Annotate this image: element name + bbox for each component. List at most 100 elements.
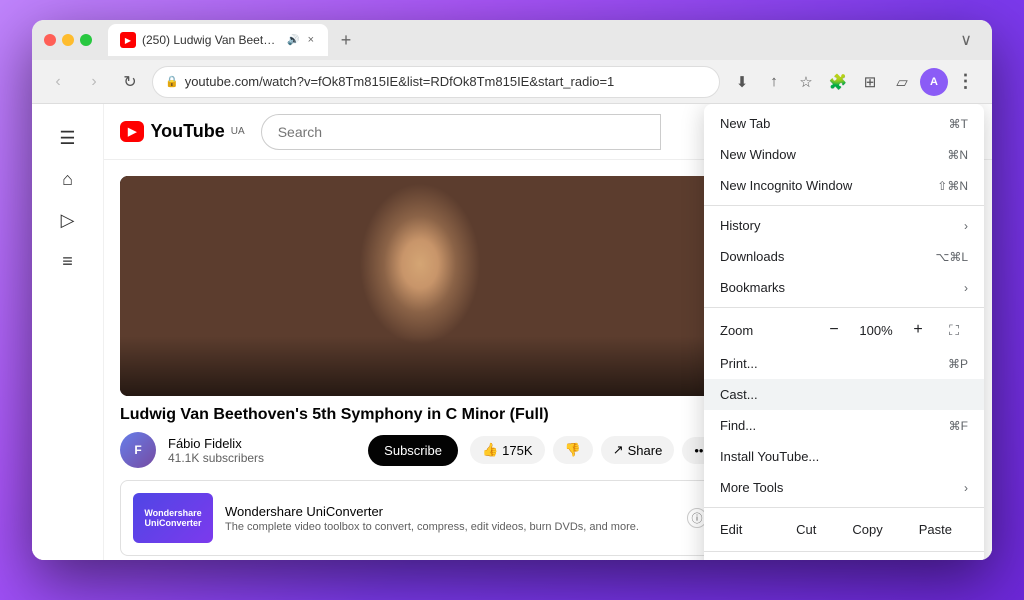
- share-page-btn[interactable]: ↑: [760, 68, 788, 96]
- ad-description: The complete video toolbox to convert, c…: [225, 521, 675, 533]
- sidebar-home-btn[interactable]: ⌂: [38, 161, 98, 198]
- chrome-menu-btn[interactable]: ⋮: [952, 68, 980, 96]
- back-btn[interactable]: ‹: [44, 68, 72, 96]
- zoom-in-btn[interactable]: +: [904, 316, 932, 344]
- menu-divider-4: [704, 551, 984, 552]
- sidebar-subscriptions-btn[interactable]: ≡: [38, 243, 98, 280]
- ad-logo[interactable]: Wondershare UniConverter: [133, 493, 213, 543]
- menu-install-youtube[interactable]: Install YouTube...: [704, 441, 984, 472]
- menu-new-incognito-label: New Incognito Window: [720, 178, 937, 193]
- split-screen-btn[interactable]: ▱: [888, 68, 916, 96]
- menu-settings[interactable]: Settings ⌘,: [704, 556, 984, 560]
- menu-downloads-shortcut: ⌥⌘L: [935, 250, 968, 264]
- menu-find-shortcut: ⌘F: [949, 419, 968, 433]
- shorts-icon: ▷: [61, 210, 75, 231]
- chrome-menu: New Tab ⌘T New Window ⌘N New Incognito W…: [704, 104, 984, 560]
- maximize-window-btn[interactable]: [80, 34, 92, 46]
- channel-name[interactable]: Fábio Fidelix: [168, 436, 356, 451]
- yt-country-badge: UA: [231, 126, 245, 137]
- video-player[interactable]: [120, 176, 720, 396]
- menu-divider-2: [704, 307, 984, 308]
- like-btn[interactable]: 👍 175K: [470, 436, 545, 464]
- menu-find[interactable]: Find... ⌘F: [704, 410, 984, 441]
- subscribe-btn[interactable]: Subscribe: [368, 435, 458, 466]
- new-tab-btn[interactable]: +: [332, 26, 360, 54]
- video-info-row: F Fábio Fidelix 41.1K subscribers Subscr…: [120, 432, 720, 468]
- address-bar[interactable]: 🔒 youtube.com/watch?v=fOk8Tm815IE&list=R…: [152, 66, 720, 98]
- menu-new-window[interactable]: New Window ⌘N: [704, 139, 984, 170]
- menu-more-tools-label: More Tools: [720, 480, 956, 495]
- yt-logo[interactable]: ▶ YouTube UA: [120, 121, 245, 142]
- menu-cast-label: Cast...: [720, 387, 968, 402]
- like-count: 175K: [502, 443, 532, 458]
- menu-downloads-label: Downloads: [720, 249, 935, 264]
- zoom-out-btn[interactable]: −: [820, 316, 848, 344]
- minimize-window-btn[interactable]: [62, 34, 74, 46]
- tab-close-btn[interactable]: ×: [306, 34, 316, 46]
- channel-info: Fábio Fidelix 41.1K subscribers: [168, 436, 356, 465]
- menu-new-incognito-shortcut: ⇧⌘N: [937, 179, 968, 193]
- reload-btn[interactable]: ↻: [116, 68, 144, 96]
- channel-subscribers: 41.1K subscribers: [168, 451, 356, 465]
- ad-logo-text: Wondershare UniConverter: [133, 506, 213, 530]
- sidebar-menu-btn[interactable]: ☰: [38, 120, 98, 157]
- channel-initial: F: [134, 443, 141, 457]
- menu-install-youtube-label: Install YouTube...: [720, 449, 968, 464]
- menu-new-window-shortcut: ⌘N: [947, 148, 968, 162]
- tab-more-btn[interactable]: ∨: [952, 26, 980, 54]
- home-icon: ⌂: [62, 169, 73, 190]
- ad-label: UniConverter: [120, 556, 720, 560]
- active-tab[interactable]: (250) Ludwig Van Beethov... 🔊 ×: [108, 24, 328, 56]
- history-arrow-icon: ›: [964, 219, 968, 233]
- video-actions: 👍 175K 👎 ↗ Share •••: [470, 436, 720, 464]
- close-window-btn[interactable]: [44, 34, 56, 46]
- more-tools-arrow-icon: ›: [964, 481, 968, 495]
- ad-banner: Wondershare UniConverter Wondershare Uni…: [120, 480, 720, 556]
- ad-brand: Wondershare UniConverter: [225, 504, 675, 519]
- menu-paste-btn[interactable]: Paste: [903, 516, 968, 543]
- menu-cast[interactable]: Cast...: [704, 379, 984, 410]
- lock-icon: 🔒: [165, 75, 179, 88]
- menu-more-tools[interactable]: More Tools ›: [704, 472, 984, 503]
- menu-divider-1: [704, 205, 984, 206]
- menu-downloads[interactable]: Downloads ⌥⌘L: [704, 241, 984, 272]
- menu-print-label: Print...: [720, 356, 948, 371]
- bookmarks-arrow-icon: ›: [964, 281, 968, 295]
- sidebar-shorts-btn[interactable]: ▷: [38, 202, 98, 239]
- menu-find-label: Find...: [720, 418, 949, 433]
- menu-copy-btn[interactable]: Copy: [836, 516, 898, 543]
- traffic-lights: [44, 34, 92, 46]
- menu-new-incognito[interactable]: New Incognito Window ⇧⌘N: [704, 170, 984, 201]
- menu-bookmarks[interactable]: Bookmarks ›: [704, 272, 984, 303]
- menu-zoom-label: Zoom: [720, 323, 812, 338]
- share-btn[interactable]: ↗ Share: [601, 436, 675, 464]
- tab-favicon-icon: [120, 32, 136, 48]
- menu-print-shortcut: ⌘P: [948, 357, 968, 371]
- content-area: ☰ ⌂ ▷ ≡ ▶ YouTube UA: [32, 104, 992, 560]
- play-icon: ▶: [128, 125, 136, 138]
- menu-history[interactable]: History ›: [704, 210, 984, 241]
- extensions-list-btn[interactable]: ⊞: [856, 68, 884, 96]
- zoom-expand-btn[interactable]: ⛶: [940, 316, 968, 344]
- portrait-overlay: [120, 336, 720, 396]
- video-title: Ludwig Van Beethoven's 5th Symphony in C…: [120, 406, 720, 424]
- forward-btn[interactable]: ›: [80, 68, 108, 96]
- url-text: youtube.com/watch?v=fOk8Tm815IE&list=RDf…: [185, 74, 707, 89]
- extension-btn[interactable]: 🧩: [824, 68, 852, 96]
- yt-search-input[interactable]: [261, 114, 661, 150]
- menu-cut-btn[interactable]: Cut: [780, 516, 832, 543]
- download-btn[interactable]: ⬇: [728, 68, 756, 96]
- share-label: Share: [628, 443, 663, 458]
- profile-btn[interactable]: A: [920, 68, 948, 96]
- yt-sidebar: ☰ ⌂ ▷ ≡: [32, 104, 104, 560]
- dislike-btn[interactable]: 👎: [553, 436, 593, 464]
- menu-bookmarks-label: Bookmarks: [720, 280, 956, 295]
- title-bar: (250) Ludwig Van Beethov... 🔊 × + ∨: [32, 20, 992, 60]
- menu-print[interactable]: Print... ⌘P: [704, 348, 984, 379]
- menu-new-tab[interactable]: New Tab ⌘T: [704, 108, 984, 139]
- bookmark-btn[interactable]: ☆: [792, 68, 820, 96]
- menu-history-label: History: [720, 218, 956, 233]
- channel-avatar[interactable]: F: [120, 432, 156, 468]
- menu-divider-3: [704, 507, 984, 508]
- share-icon: ↗: [613, 442, 624, 458]
